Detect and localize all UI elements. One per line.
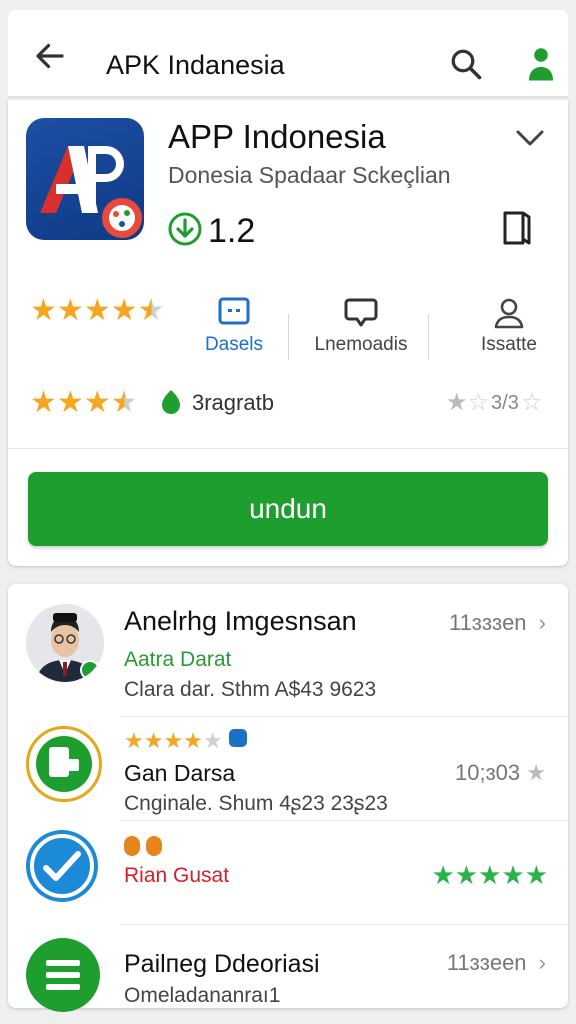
list-icon [26, 938, 100, 1012]
item-subtitle: Rian Gusat [124, 864, 230, 887]
item-meta: 11ɜɜeen › [447, 950, 546, 976]
item-meta: 11ɜɜɜen › [449, 610, 546, 636]
stat-downloads[interactable]: Lnemoadis [302, 296, 420, 356]
bookmark-book-icon[interactable] [500, 210, 532, 246]
version-text: 1.2 [208, 212, 256, 250]
stat-label: Issatte [481, 334, 537, 355]
rating-stars-right: ★ ☆ 3/3 ☆ [446, 389, 543, 416]
list-item[interactable]: Pailпeg Ddeoriasi Omeladananraı1 11ɜɜeen… [8, 924, 568, 1012]
item-meta-text: 11ɜɜeen [446, 950, 527, 975]
item-detail: Cnginale. Shum 4ʂ23 23ʂ23 [124, 792, 388, 815]
search-icon[interactable] [448, 46, 484, 82]
list-item[interactable]: Anelrhg Imgesnsan Aatra Darat Clara dar.… [8, 584, 568, 716]
item-meta-text: 11ɜɜɜen [448, 610, 527, 635]
chevron-right-icon: › [538, 610, 546, 635]
item-rating-stars: ★ ★ ★ ★ ★ [124, 726, 247, 756]
item-title: Anelrhg Imgesnsan [124, 606, 357, 636]
page-title: APK Indanesia [106, 50, 285, 80]
stat-issues[interactable]: Issatte [466, 296, 552, 356]
arrow-left-icon[interactable] [32, 38, 68, 74]
orange-badge-icon [124, 836, 140, 856]
divider [8, 448, 568, 449]
stat-label: Dasels [204, 334, 264, 355]
speech-bubble-icon [344, 298, 378, 327]
star-outline-icon: ★ [526, 760, 546, 785]
chat-square-icon [218, 297, 250, 325]
download-count: 3ragratb [192, 390, 274, 415]
badge-icon [228, 729, 247, 747]
rating-stars: ★ ★ ★ ★ ★ [30, 294, 165, 327]
green-app-icon [26, 726, 102, 802]
user-outline-icon [494, 298, 524, 329]
lock-green-icon [162, 390, 180, 414]
item-subtitle: Aatra Darat [124, 648, 232, 671]
item-title: Pailпeg Ddeoriasi [124, 950, 320, 978]
person-icon[interactable] [526, 46, 556, 82]
rating-text: 3/3 [491, 391, 519, 414]
app-logo-icon[interactable] [26, 118, 144, 240]
download-circle-icon [168, 212, 202, 246]
stat-details[interactable]: Dasels [192, 296, 276, 356]
app-name: APP Indonesia [168, 118, 386, 155]
item-title: Gan Darsa [124, 760, 236, 786]
small-badges [124, 836, 162, 856]
item-detail: Omeladananraı1 [124, 984, 281, 1007]
avatar [26, 604, 104, 682]
check-icon [26, 830, 98, 902]
item-rating-stars-green: ★ ★ ★ ★ ★ [431, 860, 548, 890]
top-app-bar: APK Indanesia [8, 10, 568, 98]
orange-badge-icon [146, 836, 162, 856]
divider [428, 314, 429, 360]
app-list-card: Anelrhg Imgesnsan Aatra Darat Clara dar.… [8, 584, 568, 1012]
app-developer[interactable]: Donesia Spadaar Sckeçlian [168, 162, 451, 189]
list-item[interactable]: Rian Gusat ★ ★ ★ ★ ★ [8, 820, 568, 920]
rating-stars-secondary: ★ ★ ★ ★ [30, 386, 138, 419]
install-button[interactable]: undun [28, 472, 548, 546]
chevron-down-icon[interactable] [514, 128, 546, 148]
divider [288, 314, 289, 360]
item-meta-text: 10;ɜ03 [455, 760, 521, 785]
app-header-card: APP Indonesia Donesia Spadaar Sckeçlian … [8, 100, 568, 566]
item-detail: Clara dar. Sthm A$43 9623 [124, 678, 377, 701]
item-meta: 10;ɜ03 ★ [455, 760, 546, 786]
divider [8, 96, 568, 98]
list-item[interactable]: ★ ★ ★ ★ ★ Gan Darsa Cnginale. Shum 4ʂ23 23ʂ2… [8, 716, 568, 826]
stat-label: Lnemoadis [314, 334, 408, 355]
chevron-right-icon: › [538, 950, 546, 975]
